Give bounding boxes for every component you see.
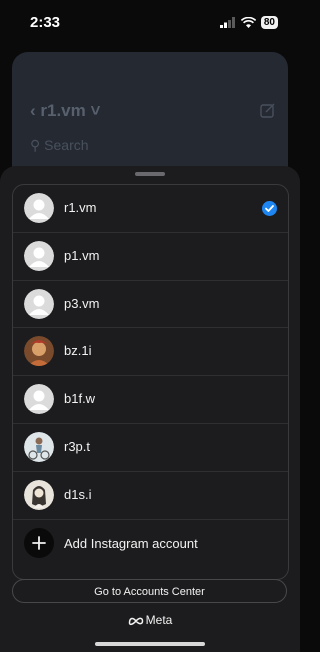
status-icons: 80: [219, 15, 278, 29]
plus-icon: [24, 527, 54, 558]
default-avatar-icon: [24, 288, 54, 319]
default-avatar-icon: [24, 193, 54, 223]
default-avatar-icon: [24, 384, 54, 415]
background-search-text: Search: [44, 137, 89, 153]
account-username: p1.vm: [64, 247, 100, 263]
accounts-center-button[interactable]: Go to Accounts Center: [12, 579, 287, 603]
meta-branding: Meta: [0, 613, 300, 627]
background-search: ⚲ Search: [30, 137, 89, 153]
account-username: bz.1i: [64, 343, 92, 359]
photo-avatar: [24, 479, 54, 510]
background-title-text: r1.vm: [40, 101, 86, 120]
account-username: b1f.w: [64, 391, 96, 407]
account-username: r3p.t: [64, 438, 91, 454]
signal-icon: [219, 16, 235, 28]
default-avatar-icon: [24, 240, 54, 271]
background-title: ‹ r1.vm ˅: [30, 101, 101, 120]
account-row[interactable]: d1s.i: [13, 472, 288, 520]
account-username: d1s.i: [64, 486, 92, 502]
account-switcher-sheet: r1.vm p1.vm p3.vm bz.1i b1f.w r3p.t d1s.…: [0, 166, 300, 652]
add-account-row[interactable]: Add Instagram account: [13, 520, 288, 567]
meta-logo-icon: [128, 617, 143, 625]
wifi-icon: [240, 16, 256, 28]
selected-check-icon: [262, 201, 277, 216]
meta-label: Meta: [145, 613, 173, 627]
account-row[interactable]: p1.vm: [13, 233, 288, 281]
add-account-label: Add Instagram account: [64, 535, 198, 551]
account-row[interactable]: bz.1i: [13, 328, 288, 377]
sheet-handle[interactable]: [135, 172, 165, 176]
edit-icon: [260, 103, 275, 118]
account-row[interactable]: r3p.t: [13, 424, 288, 472]
account-row[interactable]: p3.vm: [13, 281, 288, 329]
photo-avatar: [24, 336, 54, 367]
account-username: r1.vm: [64, 200, 97, 215]
account-username: p3.vm: [64, 295, 100, 311]
status-bar: 2:33 80: [0, 0, 300, 46]
battery-indicator: 80: [260, 15, 278, 29]
status-time: 2:33: [30, 14, 61, 31]
account-list: r1.vm p1.vm p3.vm bz.1i b1f.w r3p.t d1s.…: [12, 184, 289, 580]
account-row[interactable]: r1.vm: [13, 185, 288, 233]
photo-avatar: [24, 431, 54, 462]
account-row[interactable]: b1f.w: [13, 376, 288, 424]
home-indicator[interactable]: [95, 642, 205, 646]
